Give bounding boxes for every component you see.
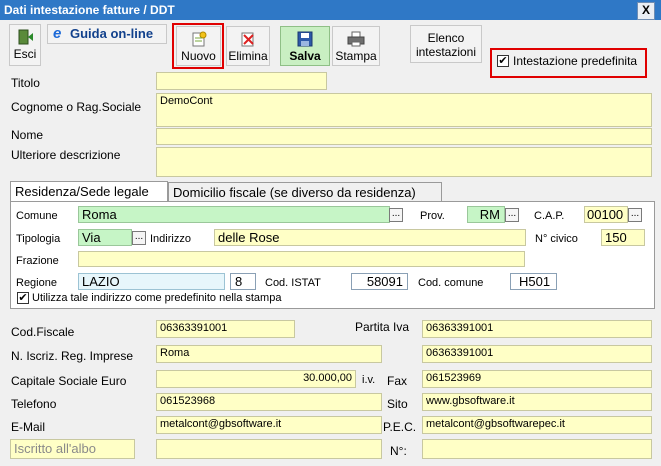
codfiscale-label: Cod.Fiscale: [11, 325, 75, 339]
frazione-label: Frazione: [16, 255, 59, 267]
comune-lookup-button[interactable]: ...: [389, 208, 403, 222]
regione-label: Regione: [16, 277, 57, 289]
capitale-field[interactable]: 30.000,00: [156, 370, 356, 388]
elimina-button[interactable]: Elimina: [226, 26, 270, 66]
istat-field: 58091: [351, 273, 408, 290]
pec-field[interactable]: metalcont@gbsoftwarepec.it: [422, 416, 652, 434]
cod-comune-field: H501: [510, 273, 557, 290]
printer-icon: [347, 31, 365, 47]
internet-explorer-icon: e: [53, 25, 62, 42]
cap-field[interactable]: 00100: [584, 206, 628, 223]
cap-label: C.A.P.: [534, 210, 565, 222]
partitaiva-label: Partita Iva: [355, 320, 410, 334]
ulteriore-field[interactable]: [156, 147, 652, 177]
pec-label: P.E.C.: [383, 420, 417, 434]
prov-lookup-button[interactable]: ...: [505, 208, 519, 222]
prov-label: Prov.: [420, 210, 445, 222]
predefinita-checkbox[interactable]: ✔: [497, 55, 509, 67]
regione-field[interactable]: LAZIO: [78, 273, 225, 290]
iscriz-label: N. Iscriz. Reg. Imprese: [11, 349, 134, 363]
codfiscale-field[interactable]: 06363391001: [156, 320, 295, 338]
cognome-field[interactable]: DemoCont: [156, 93, 652, 127]
email-label: E-Mail: [11, 420, 46, 434]
comune-field[interactable]: Roma: [78, 206, 390, 223]
regione-code-field: 8: [230, 273, 256, 290]
esci-label: Esci: [13, 47, 37, 61]
telefono-label: Telefono: [11, 397, 57, 411]
delete-document-icon: [241, 32, 254, 47]
istat-label: Cod. ISTAT: [265, 277, 321, 289]
esci-button[interactable]: Esci: [9, 24, 41, 66]
window-title: Dati intestazione fatture / DDT: [4, 3, 175, 17]
tab-domicilio[interactable]: Domicilio fiscale (se diverso da residen…: [168, 182, 442, 202]
salva-label: Salva: [289, 49, 321, 63]
elenco-label-line1: Elenco: [427, 31, 465, 45]
elenco-label-line2: intestazioni: [415, 45, 477, 59]
sito-label: Sito: [387, 397, 408, 411]
cap-lookup-button[interactable]: ...: [628, 208, 642, 222]
utilizza-checkbox[interactable]: ✔: [17, 292, 29, 304]
cod-comune-label: Cod. comune: [418, 277, 484, 289]
fax-field[interactable]: 061523969: [422, 370, 652, 388]
iscriz-number-field[interactable]: 06363391001: [422, 345, 652, 363]
guida-online-button[interactable]: e Guida on-line: [47, 24, 167, 44]
title-bar: Dati intestazione fatture / DDT X: [0, 0, 661, 20]
numero-label: N°:: [390, 444, 407, 458]
close-button[interactable]: X: [637, 2, 655, 20]
elenco-intestazioni-button[interactable]: Elenco intestazioni: [410, 25, 482, 63]
save-disk-icon: [297, 31, 313, 47]
tipologia-field[interactable]: Via: [78, 229, 132, 246]
indirizzo-field[interactable]: delle Rose: [214, 229, 526, 246]
comune-label: Comune: [16, 210, 58, 222]
stampa-button[interactable]: Stampa: [332, 26, 380, 66]
email-field[interactable]: metalcont@gbsoftware.it: [156, 416, 382, 434]
tab-residenza[interactable]: Residenza/Sede legale: [10, 181, 168, 202]
sito-field[interactable]: www.gbsoftware.it: [422, 393, 652, 411]
indirizzo-label: Indirizzo: [150, 233, 191, 245]
nome-field[interactable]: [156, 128, 652, 145]
utilizza-label: Utilizza tale indirizzo come predefinito…: [32, 292, 282, 304]
elimina-label: Elimina: [228, 49, 268, 63]
capitale-label: Capitale Sociale Euro: [11, 374, 127, 388]
ulteriore-label: Ulteriore descrizione: [11, 148, 121, 162]
guida-label: Guida on-line: [70, 26, 154, 41]
capitale-suffix: i.v.: [362, 374, 376, 386]
tipologia-label: Tipologia: [16, 233, 61, 245]
prov-field[interactable]: RM: [467, 206, 505, 223]
predefinita-label: Intestazione predefinita: [513, 54, 638, 68]
nuovo-highlight: [172, 23, 224, 69]
albo-extra-field[interactable]: [156, 439, 382, 459]
cognome-label: Cognome o Rag.Sociale: [11, 100, 142, 114]
stampa-label: Stampa: [335, 49, 377, 63]
telefono-field[interactable]: 061523968: [156, 393, 382, 411]
partitaiva-field[interactable]: 06363391001: [422, 320, 652, 338]
titolo-label: Titolo: [11, 76, 40, 90]
nome-label: Nome: [11, 128, 44, 142]
civico-field[interactable]: 150: [601, 229, 645, 246]
salva-button[interactable]: Salva: [280, 26, 330, 66]
fax-label: Fax: [387, 374, 408, 388]
titolo-field[interactable]: [156, 72, 327, 90]
tipologia-lookup-button[interactable]: ...: [132, 231, 146, 245]
exit-door-icon: [18, 29, 33, 45]
numero-field[interactable]: [422, 439, 652, 459]
civico-label: N° civico: [535, 233, 578, 245]
iscriz-field[interactable]: Roma: [156, 345, 382, 363]
albo-field[interactable]: Iscritto all'albo: [10, 439, 135, 459]
window: Dati intestazione fatture / DDT X Esci e…: [0, 0, 661, 466]
frazione-field[interactable]: [78, 251, 525, 267]
